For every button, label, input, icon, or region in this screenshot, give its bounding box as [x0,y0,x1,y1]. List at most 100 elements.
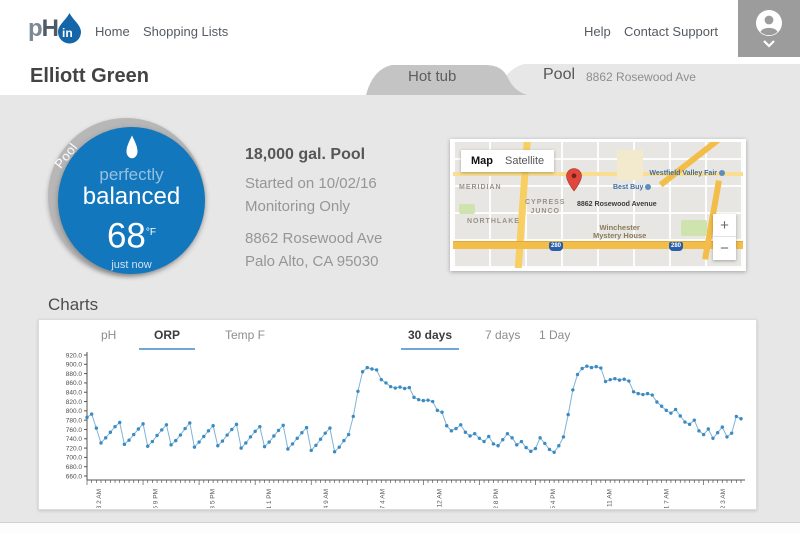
map-poi-winchester: Winchester Mystery House [593,224,646,240]
data-point [165,423,168,426]
data-point [618,378,621,381]
data-point [478,437,481,440]
data-point [188,421,191,424]
satellite-button[interactable]: Satellite [503,155,554,167]
poi-icon [719,170,725,176]
data-point [179,433,182,436]
nav-contact-support[interactable]: Contact Support [624,24,718,39]
data-point [585,364,588,367]
y-tick-label: 880.0 [66,371,83,378]
tab-range-30-days[interactable]: 30 days [401,328,459,350]
data-point [725,435,728,438]
data-point [370,367,373,370]
data-point [123,443,126,446]
data-point [534,447,537,450]
data-point [482,440,485,443]
y-tick-label: 680.0 [66,464,83,471]
account-menu-button[interactable] [738,0,800,57]
data-point [468,434,471,437]
data-point [95,426,98,429]
zoom-in-button[interactable]: + [713,214,736,237]
y-tick-label: 900.0 [66,362,83,369]
tab-metric-orp[interactable]: ORP [139,328,195,350]
data-point [730,431,733,434]
map-marker-label: 8862 Rosewood Avenue [577,201,657,208]
data-point [267,440,270,443]
orp-series-line [87,366,741,452]
last-updated: just now [58,259,205,271]
temperature-unit: °F [146,227,156,238]
tab-range-7-days[interactable]: 7 days [485,328,520,348]
data-point [389,385,392,388]
data-point [496,444,499,447]
data-point [380,378,383,381]
tab-metric-ph[interactable]: pH [101,328,116,348]
data-point [688,423,691,426]
logo-text: pH [28,14,58,44]
data-point [113,425,116,428]
data-point [85,416,88,419]
nav-help[interactable]: Help [584,24,611,39]
tab-range-1-day[interactable]: 1 Day [539,328,570,348]
map-button[interactable]: Map [461,155,503,167]
data-point [361,370,364,373]
orp-line-chart[interactable]: 920.0900.0880.0860.0840.0820.0800.0780.0… [47,348,750,508]
data-point [235,423,238,426]
status-line2: balanced [58,184,205,210]
data-point [291,442,294,445]
data-point [253,430,256,433]
data-point [408,386,411,389]
data-point [141,422,144,425]
data-point [398,385,401,388]
poi-icon [645,184,651,190]
data-point [450,429,453,432]
y-tick-label: 800.0 [66,408,83,415]
data-point [721,425,724,428]
data-point [314,444,317,447]
data-point [487,435,490,438]
data-point [282,424,285,427]
tab-pool[interactable]: Pool [543,66,575,84]
x-tick-label: 10/31 7 AM [663,489,670,508]
data-point [277,429,280,432]
data-point [384,381,387,384]
phin-logo[interactable]: pH in [28,12,83,44]
y-tick-label: 860.0 [66,380,83,387]
tab-hot-tub[interactable]: Hot tub [408,68,456,85]
nav-shopping-lists[interactable]: Shopping Lists [143,24,228,39]
data-point [454,427,457,430]
water-status-gauge[interactable]: perfectly balanced 68°F just now [58,127,205,274]
x-tick-label: 10/17 4 AM [380,489,387,508]
data-point [333,450,336,453]
data-point [104,436,107,439]
data-point [464,431,467,434]
zoom-out-button[interactable]: − [713,237,736,260]
data-point [90,412,93,415]
data-point [637,392,640,395]
data-point [548,448,551,451]
water-drop-icon: in [56,12,83,44]
data-point [375,368,378,371]
y-tick-label: 660.0 [66,473,83,480]
data-point [576,373,579,376]
data-point [249,435,252,438]
tab-metric-temp[interactable]: Temp F [225,328,265,348]
map-poi-best-buy: Best Buy [613,184,651,191]
map-pin-icon[interactable] [566,168,582,192]
data-point [310,449,313,452]
data-point [324,431,327,434]
data-point [538,436,541,439]
nav-home[interactable]: Home [95,24,130,39]
data-point [286,447,289,450]
data-point [431,400,434,403]
chevron-down-icon [763,40,775,48]
data-point [473,432,476,435]
page-title: Elliott Green [30,65,149,88]
data-point [693,418,696,421]
data-point [338,445,341,448]
map-canvas[interactable]: MERIDIAN NORTHLAKE CYPRESS JUNCO Westfie… [453,142,743,268]
data-point [366,366,369,369]
data-point [599,366,602,369]
data-point [501,438,504,441]
pool-info-block: 18,000 gal. Pool Started on 10/02/16 Mon… [245,146,382,273]
